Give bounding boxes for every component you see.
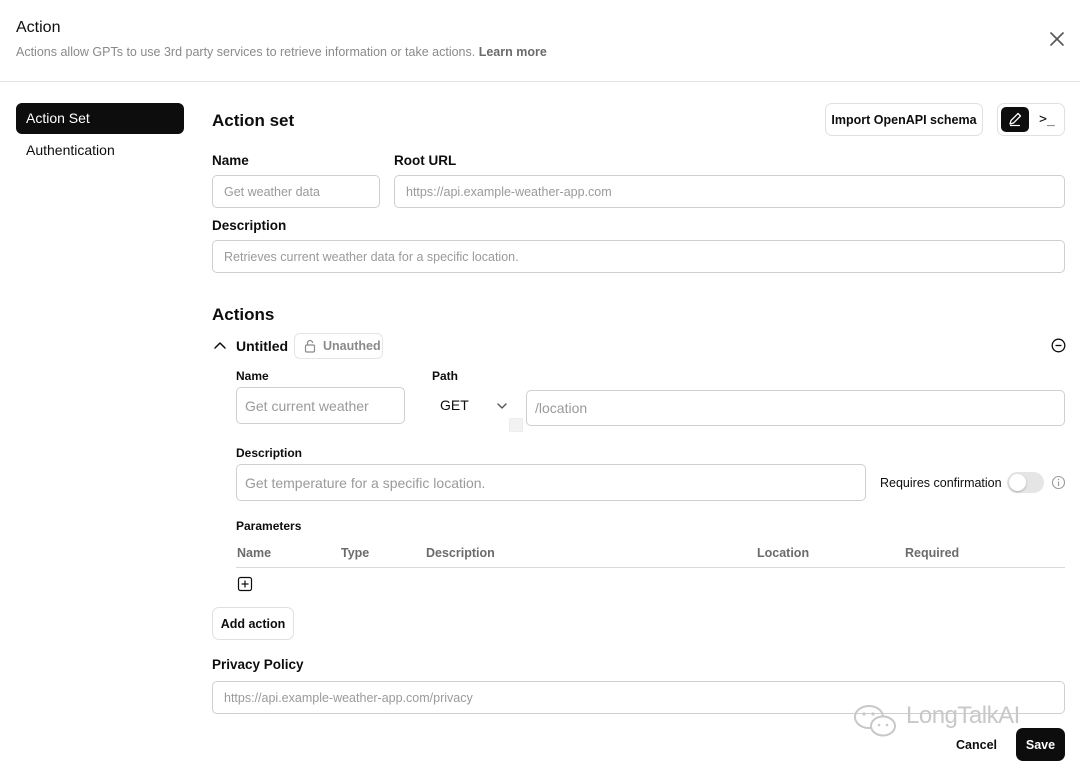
terminal-icon: >_ [1039, 112, 1055, 127]
auth-status-label: Unauthed [323, 339, 381, 353]
param-col-name: Name [237, 546, 272, 560]
description-input[interactable] [212, 240, 1065, 273]
param-col-required: Required [905, 546, 960, 560]
info-icon[interactable] [1051, 475, 1066, 490]
path-label: Path [432, 369, 459, 383]
name-label: Name [212, 153, 249, 168]
name-input[interactable] [212, 175, 380, 208]
actions-title: Actions [212, 305, 275, 324]
resize-handle [509, 418, 523, 432]
plus-square-icon[interactable] [237, 576, 253, 592]
toggle-knob [1009, 474, 1026, 491]
close-icon[interactable] [1046, 28, 1068, 50]
action-set-title: Action set [212, 111, 295, 130]
sidebar-item-action-set[interactable]: Action Set [16, 103, 184, 134]
root-url-label: Root URL [394, 153, 457, 168]
privacy-policy-label: Privacy Policy [212, 657, 304, 672]
action-name-input[interactable] [236, 387, 405, 424]
save-button[interactable]: Save [1016, 728, 1065, 761]
action-name-label: Name [236, 369, 269, 383]
visual-mode-button[interactable] [1001, 107, 1029, 132]
learn-more-link[interactable]: Learn more [479, 45, 547, 59]
chevron-down-icon [497, 403, 507, 409]
code-mode-button[interactable]: >_ [1033, 107, 1061, 132]
wechat-icon [854, 705, 896, 737]
param-col-location: Location [757, 546, 810, 560]
params-divider [236, 567, 1065, 568]
editor-mode-toggle: >_ [997, 103, 1065, 136]
requires-confirmation-label: Requires confirmation [880, 476, 1002, 490]
param-col-description: Description [426, 546, 495, 560]
action-description-label: Description [236, 446, 303, 460]
watermark-text: LongTalkAI [906, 702, 1020, 729]
dialog-subtitle-text: Actions allow GPTs to use 3rd party serv… [16, 45, 476, 59]
parameters-label: Parameters [236, 519, 302, 533]
chevron-up-icon[interactable] [213, 339, 227, 351]
path-input[interactable] [526, 390, 1065, 426]
minus-circle-icon[interactable] [1051, 338, 1066, 353]
requires-confirmation-toggle[interactable] [1007, 472, 1044, 493]
dialog-title: Action [16, 19, 61, 36]
action-item-title[interactable]: Untitled [236, 338, 288, 354]
auth-status-badge: Unauthed [294, 333, 383, 359]
method-value: GET [440, 397, 469, 413]
import-openapi-button[interactable]: Import OpenAPI schema [825, 103, 983, 136]
root-url-input[interactable] [394, 175, 1065, 208]
description-label: Description [212, 218, 287, 233]
action-description-input[interactable] [236, 464, 866, 501]
pencil-icon [1009, 112, 1022, 127]
add-action-button[interactable]: Add action [212, 607, 294, 640]
lock-icon [304, 339, 316, 353]
param-col-type: Type [341, 546, 370, 560]
dialog-header: Action Actions allow GPTs to use 3rd par… [0, 0, 1080, 82]
dialog-subtitle: Actions allow GPTs to use 3rd party serv… [16, 45, 547, 59]
cancel-button[interactable]: Cancel [956, 738, 997, 752]
method-select[interactable]: GET [433, 390, 513, 420]
sidebar-item-authentication[interactable]: Authentication [16, 135, 184, 166]
